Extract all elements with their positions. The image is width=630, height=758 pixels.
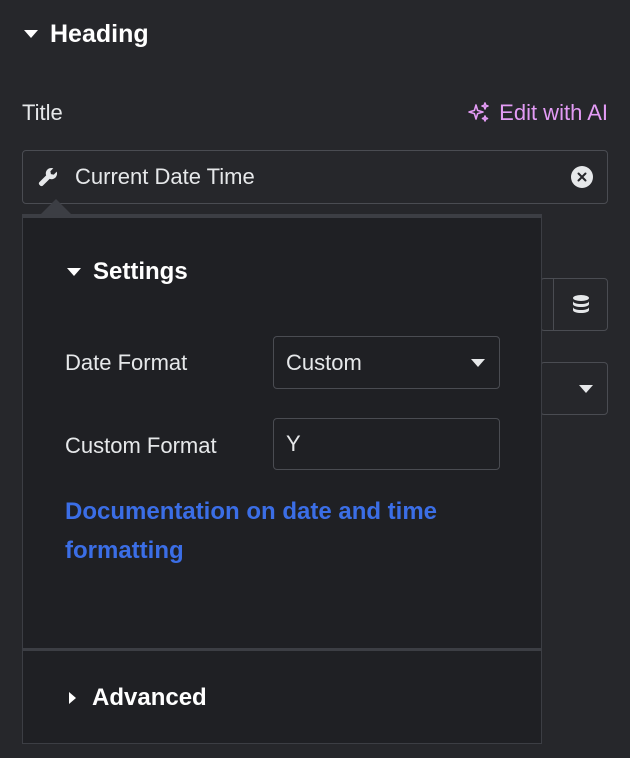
section-title: Heading	[50, 19, 149, 48]
settings-section-toggle[interactable]: Settings	[67, 258, 188, 286]
dynamic-tag-field[interactable]: Current Date Time	[22, 150, 608, 204]
title-label: Title	[22, 100, 63, 125]
control-divider	[553, 279, 554, 330]
custom-format-input[interactable]	[273, 418, 500, 470]
dynamic-tag-settings-popover: Settings Date Format Custom Custom Forma…	[22, 214, 542, 744]
advanced-title: Advanced	[92, 684, 207, 711]
custom-format-label: Custom Format	[65, 433, 217, 458]
heading-section-toggle[interactable]: Heading	[24, 18, 149, 50]
background-select[interactable]	[540, 362, 608, 415]
caret-right-icon	[69, 692, 76, 704]
advanced-section-toggle[interactable]: Advanced	[69, 684, 207, 712]
caret-down-icon	[24, 30, 38, 38]
section-divider	[23, 648, 541, 651]
date-format-select[interactable]: Custom	[273, 336, 500, 389]
date-format-label: Date Format	[65, 350, 188, 375]
date-format-value: Custom	[286, 349, 362, 375]
wrench-icon	[38, 167, 58, 187]
edit-with-ai-label: Edit with AI	[499, 100, 608, 125]
edit-with-ai-button[interactable]: Edit with AI	[467, 100, 608, 126]
caret-down-icon	[471, 359, 485, 367]
settings-title: Settings	[93, 258, 188, 285]
popover-arrow	[40, 199, 72, 215]
clear-icon[interactable]	[571, 166, 593, 188]
caret-down-icon	[579, 385, 593, 393]
dynamic-tag-value: Current Date Time	[75, 164, 255, 189]
editor-panel: Heading Title Edit with AI Current Date …	[0, 0, 630, 758]
database-icon	[573, 295, 589, 313]
caret-down-icon	[67, 268, 81, 276]
sparkle-icon	[468, 102, 489, 122]
dynamic-tags-button[interactable]	[540, 278, 608, 331]
documentation-link[interactable]: Documentation on date and time formattin…	[65, 492, 485, 570]
